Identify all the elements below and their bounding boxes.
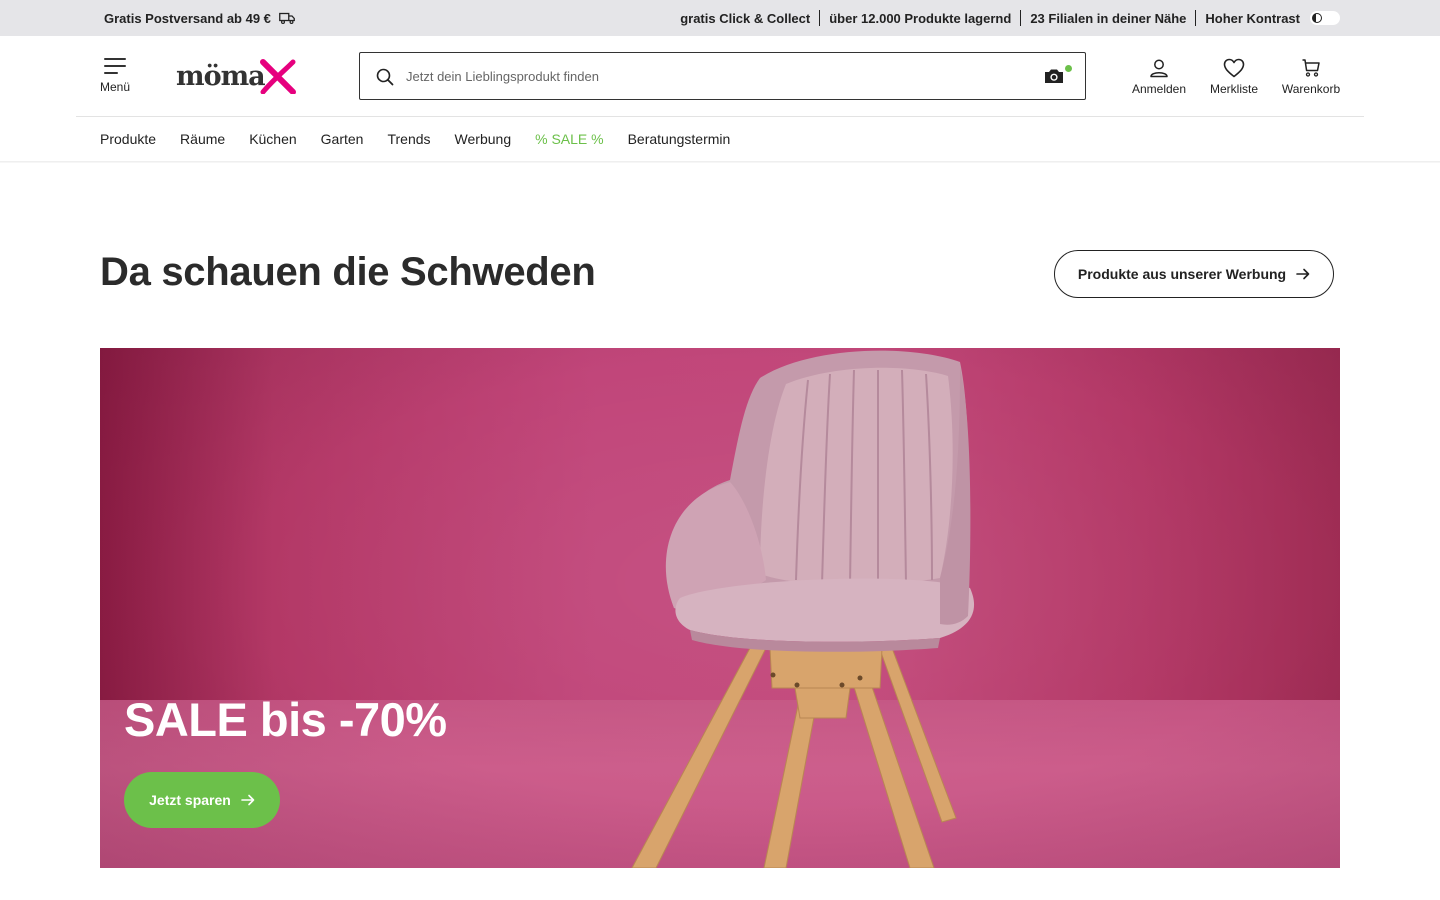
click-collect-link[interactable]: gratis Click & Collect bbox=[680, 11, 810, 26]
stores-link[interactable]: 23 Filialen in deiner Nähe bbox=[1030, 11, 1186, 26]
advertising-products-button[interactable]: Produkte aus unserer Werbung bbox=[1054, 250, 1334, 298]
hero-title: SALE bis -70% bbox=[124, 693, 447, 746]
logo-wordmark: möma bbox=[176, 60, 266, 92]
contrast-icon bbox=[1312, 13, 1322, 23]
menu-button[interactable]: Menü bbox=[100, 58, 130, 94]
nav-item-garten[interactable]: Garten bbox=[321, 131, 364, 147]
nav-item-kuechen[interactable]: Küchen bbox=[249, 131, 296, 147]
hamburger-icon bbox=[104, 58, 126, 74]
nav-item-raeume[interactable]: Räume bbox=[180, 131, 225, 147]
search-input[interactable] bbox=[406, 53, 1026, 99]
login-button[interactable]: Anmelden bbox=[1130, 58, 1188, 96]
search-bar bbox=[359, 52, 1086, 100]
save-now-label: Jetzt sparen bbox=[149, 792, 231, 808]
nav-item-sale[interactable]: % SALE % bbox=[535, 131, 603, 147]
cart-label: Warenkorb bbox=[1281, 82, 1341, 96]
wishlist-button[interactable]: Merkliste bbox=[1206, 58, 1262, 96]
truck-icon bbox=[279, 12, 295, 24]
shipping-info[interactable]: Gratis Postversand ab 49 € bbox=[104, 0, 295, 36]
nav-item-trends[interactable]: Trends bbox=[387, 131, 430, 147]
nav-item-werbung[interactable]: Werbung bbox=[455, 131, 512, 147]
arrow-right-icon bbox=[241, 794, 255, 806]
site-header: Menü möma Anmelden Merkliste bbox=[0, 36, 1440, 116]
camera-badge bbox=[1065, 65, 1072, 72]
advertising-products-label: Produkte aus unserer Werbung bbox=[1077, 266, 1287, 282]
user-icon bbox=[1150, 59, 1168, 78]
nav-item-produkte[interactable]: Produkte bbox=[100, 131, 156, 147]
logo[interactable]: möma bbox=[176, 56, 297, 96]
divider bbox=[1195, 10, 1197, 26]
divider bbox=[819, 10, 821, 26]
menu-label: Menü bbox=[100, 80, 131, 94]
camera-icon[interactable] bbox=[1043, 67, 1065, 85]
search-icon[interactable] bbox=[376, 68, 394, 86]
wishlist-label: Merkliste bbox=[1209, 82, 1258, 96]
login-label: Anmelden bbox=[1131, 82, 1187, 96]
divider bbox=[1020, 10, 1022, 26]
heart-icon bbox=[1223, 58, 1245, 78]
chair-image bbox=[631, 350, 975, 868]
products-stock-link[interactable]: über 12.000 Produkte lagernd bbox=[829, 11, 1011, 26]
save-now-button[interactable]: Jetzt sparen bbox=[124, 772, 280, 828]
logo-x-icon bbox=[259, 59, 296, 94]
nav-shadow bbox=[0, 161, 1440, 163]
high-contrast-toggle[interactable] bbox=[1310, 11, 1340, 25]
page-title: Da schauen die Schweden bbox=[100, 250, 596, 294]
main-navigation: Produkte Räume Küchen Garten Trends Werb… bbox=[100, 117, 754, 161]
top-info-bar: Gratis Postversand ab 49 € gratis Click … bbox=[0, 0, 1440, 36]
high-contrast-label: Hoher Kontrast bbox=[1205, 10, 1300, 26]
cart-button[interactable]: Warenkorb bbox=[1278, 58, 1344, 96]
shipping-label: Gratis Postversand ab 49 € bbox=[104, 10, 271, 26]
cart-icon bbox=[1302, 59, 1320, 77]
nav-item-beratungstermin[interactable]: Beratungstermin bbox=[628, 131, 731, 147]
hero-banner[interactable]: SALE bis -70% Jetzt sparen bbox=[100, 348, 1340, 868]
arrow-right-icon bbox=[1296, 268, 1310, 280]
